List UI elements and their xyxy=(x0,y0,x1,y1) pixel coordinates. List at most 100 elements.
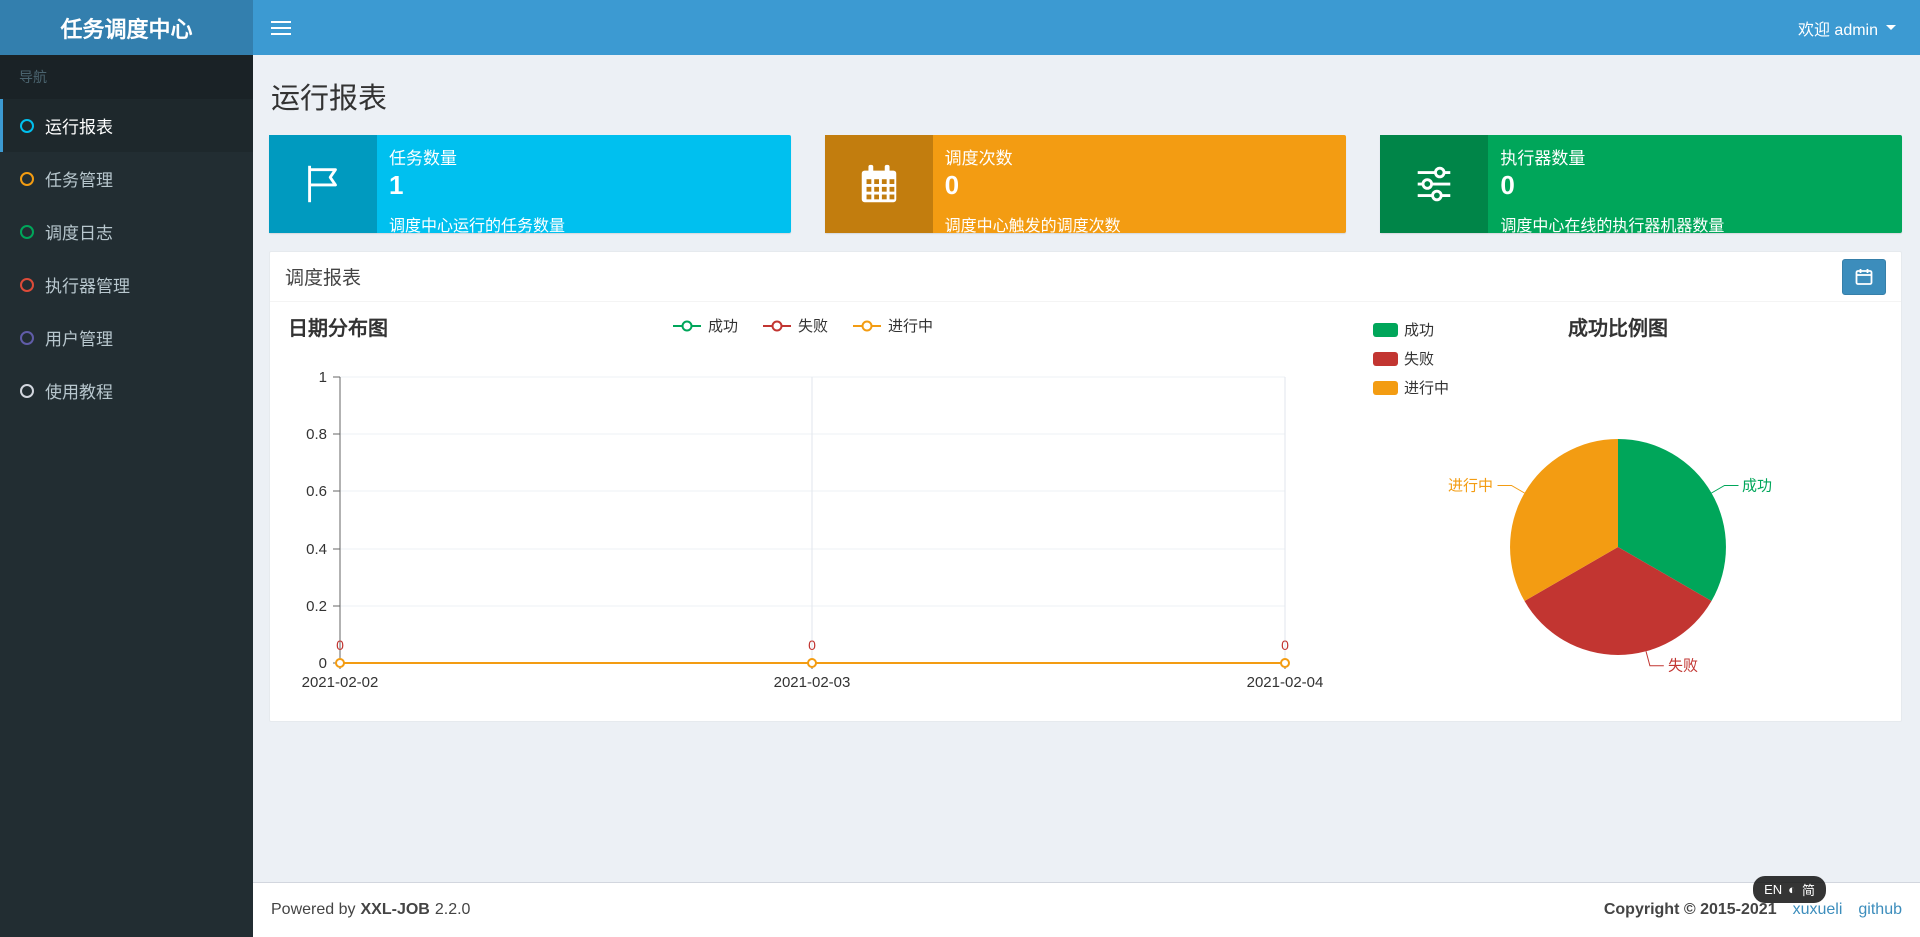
stats-row: 任务数量 1 调度中心运行的任务数量 调度次数 0 调度中心触发的调度次数 执行… xyxy=(269,135,1903,235)
line-marker-icon xyxy=(853,320,881,331)
panel-body: 日期分布图 成功 失败 进行中 1 0.8 0.6 0.4 0.2 0 2021… xyxy=(270,302,1901,721)
page-title: 运行报表 xyxy=(271,83,388,115)
stat-value: 0 xyxy=(944,170,960,200)
welcome-text: 欢迎 admin xyxy=(1797,21,1878,39)
main-area: 运行报表 任务数量 1 调度中心运行的任务数量 调度次数 0 调度中心触发的调度… xyxy=(253,55,1920,937)
panel-header: 调度报表 xyxy=(270,252,1901,302)
flag-icon xyxy=(269,135,377,233)
hamburger-icon xyxy=(271,20,291,23)
circle-icon xyxy=(20,383,34,398)
y-tick-label: 0.4 xyxy=(306,541,327,558)
point-label: 0 xyxy=(1281,637,1289,653)
github-link[interactable]: github xyxy=(1858,901,1902,919)
pie-label-running: 进行中 xyxy=(1448,478,1493,495)
data-point xyxy=(335,658,345,668)
date-distribution-chart: 日期分布图 成功 失败 进行中 1 0.8 0.6 0.4 0.2 0 2021… xyxy=(270,306,1335,711)
brand-name: XXL-JOB xyxy=(360,901,430,918)
pie-label-success: 成功 xyxy=(1742,478,1772,495)
sidebar-item-dashboard[interactable]: 运行报表 xyxy=(0,99,253,152)
panel-title: 调度报表 xyxy=(285,268,362,289)
x-tick-label: 2021-02-03 xyxy=(774,674,851,691)
sidebar-item-label: 调度日志 xyxy=(45,224,113,243)
circle-icon xyxy=(20,224,34,239)
sidebar-item-users[interactable]: 用户管理 xyxy=(0,311,253,364)
y-tick-label: 1 xyxy=(319,369,327,386)
caret-down-icon xyxy=(1886,25,1896,30)
version: 2.2.0 xyxy=(434,901,471,918)
app-title: 任务调度中心 xyxy=(60,16,193,42)
x-tick-label: 2021-02-02 xyxy=(302,674,379,691)
data-point xyxy=(807,658,817,668)
line-chart-legend: 成功 失败 进行中 xyxy=(270,315,1335,336)
legend-item-running[interactable]: 进行中 xyxy=(852,315,933,336)
sidebar-item-logs[interactable]: 调度日志 xyxy=(0,205,253,258)
stat-description: 调度中心在线的执行器机器数量 xyxy=(1500,218,1725,235)
content: 运行报表 任务数量 1 调度中心运行的任务数量 调度次数 0 调度中心触发的调度… xyxy=(253,55,1920,882)
legend-swatch xyxy=(1373,322,1398,337)
data-point xyxy=(1280,658,1290,668)
date-range-button[interactable] xyxy=(1842,258,1886,295)
xuxueli-link[interactable]: xuxueli xyxy=(1793,901,1843,919)
x-tick-label: 2021-02-04 xyxy=(1247,674,1324,691)
pie-chart-legend: 成功 失败 进行中 xyxy=(1373,319,1449,398)
legend-item-success[interactable]: 成功 xyxy=(1373,319,1449,340)
legend-swatch xyxy=(1373,380,1398,395)
calendar-icon xyxy=(824,135,933,233)
line-marker-icon xyxy=(762,320,791,331)
copyright-text: Copyright © 2015-2021 xyxy=(1603,901,1777,918)
app-logo[interactable]: 任务调度中心 xyxy=(0,0,253,55)
sidebar-item-label: 使用教程 xyxy=(45,383,113,402)
top-navbar: 任务调度中心 欢迎 admin xyxy=(0,0,1920,55)
y-tick-label: 0 xyxy=(319,655,327,672)
circle-icon xyxy=(20,277,34,292)
y-tick-label: 0.8 xyxy=(306,426,327,443)
stat-box-executor-count: 执行器数量 0 调度中心在线的执行器机器数量 xyxy=(1380,135,1903,235)
sidebar-item-label: 任务管理 xyxy=(45,171,113,190)
stat-value: 1 xyxy=(389,170,404,200)
sidebar: 导航 运行报表 任务管理 调度日志 执行器管理 用户管理 使用教程 xyxy=(0,55,253,937)
stat-label: 执行器数量 xyxy=(1500,149,1586,168)
line-chart-canvas: 1 0.8 0.6 0.4 0.2 0 2021-02-02 2021-02-0… xyxy=(302,369,1324,691)
legend-item-running[interactable]: 进行中 xyxy=(1373,377,1449,398)
ime-switch-icon: ◐ xyxy=(1788,882,1796,897)
stat-label: 调度次数 xyxy=(944,149,1013,168)
y-tick-label: 0.6 xyxy=(306,483,327,500)
sidebar-item-label: 用户管理 xyxy=(45,330,113,349)
legend-item-success[interactable]: 成功 xyxy=(672,315,738,336)
sidebar-menu: 运行报表 任务管理 调度日志 执行器管理 用户管理 使用教程 xyxy=(0,99,253,417)
sidebar-item-label: 运行报表 xyxy=(45,118,113,137)
footer-powered-by: Powered by XXL-JOB 2.2.0 xyxy=(271,901,471,918)
line-marker-icon xyxy=(672,320,701,331)
circle-icon xyxy=(20,171,34,186)
sliders-icon xyxy=(1380,135,1489,233)
stat-description: 调度中心运行的任务数量 xyxy=(389,218,566,235)
footer: Powered by XXL-JOB 2.2.0 Copyright © 201… xyxy=(253,882,1920,937)
app-root: 任务调度中心 欢迎 admin 导航 运行报表 任务管理 调度日志 执行器管理 … xyxy=(0,0,1920,937)
calendar-icon xyxy=(1855,268,1873,285)
legend-item-fail[interactable]: 失败 xyxy=(762,315,828,336)
stat-box-job-count: 任务数量 1 调度中心运行的任务数量 xyxy=(269,135,791,235)
point-label: 0 xyxy=(336,637,344,653)
ime-lang-en: EN xyxy=(1764,882,1783,897)
dispatch-report-panel: 调度报表 日期分布图 成功 失败 进行中 1 0.8 0.6 0.4 0.2 0… xyxy=(269,251,1902,722)
point-label: 0 xyxy=(808,637,816,653)
sidebar-item-jobs[interactable]: 任务管理 xyxy=(0,152,253,205)
sidebar-section-label: 导航 xyxy=(0,55,253,99)
legend-item-fail[interactable]: 失败 xyxy=(1373,348,1449,369)
pie-label-fail: 失败 xyxy=(1668,658,1698,675)
stat-box-trigger-count: 调度次数 0 调度中心触发的调度次数 xyxy=(824,135,1347,235)
y-tick-label: 0.2 xyxy=(306,598,327,615)
success-ratio-chart: 成功 失败 进行中 成功比例图 成功 失败 进行中 xyxy=(1335,306,1901,711)
sidebar-item-label: 执行器管理 xyxy=(45,277,130,296)
circle-icon xyxy=(20,118,34,133)
stat-value: 0 xyxy=(1500,170,1515,200)
sidebar-item-tutorial[interactable]: 使用教程 xyxy=(0,364,253,417)
stat-description: 调度中心触发的调度次数 xyxy=(944,218,1121,235)
user-dropdown[interactable]: 欢迎 admin xyxy=(1774,0,1920,55)
sidebar-item-executors[interactable]: 执行器管理 xyxy=(0,258,253,311)
sidebar-toggle-button[interactable] xyxy=(253,0,309,55)
stat-label: 任务数量 xyxy=(389,149,457,168)
circle-icon xyxy=(20,330,34,345)
legend-swatch xyxy=(1373,351,1398,366)
ime-indicator[interactable]: EN ◐ 简 xyxy=(1753,876,1826,903)
